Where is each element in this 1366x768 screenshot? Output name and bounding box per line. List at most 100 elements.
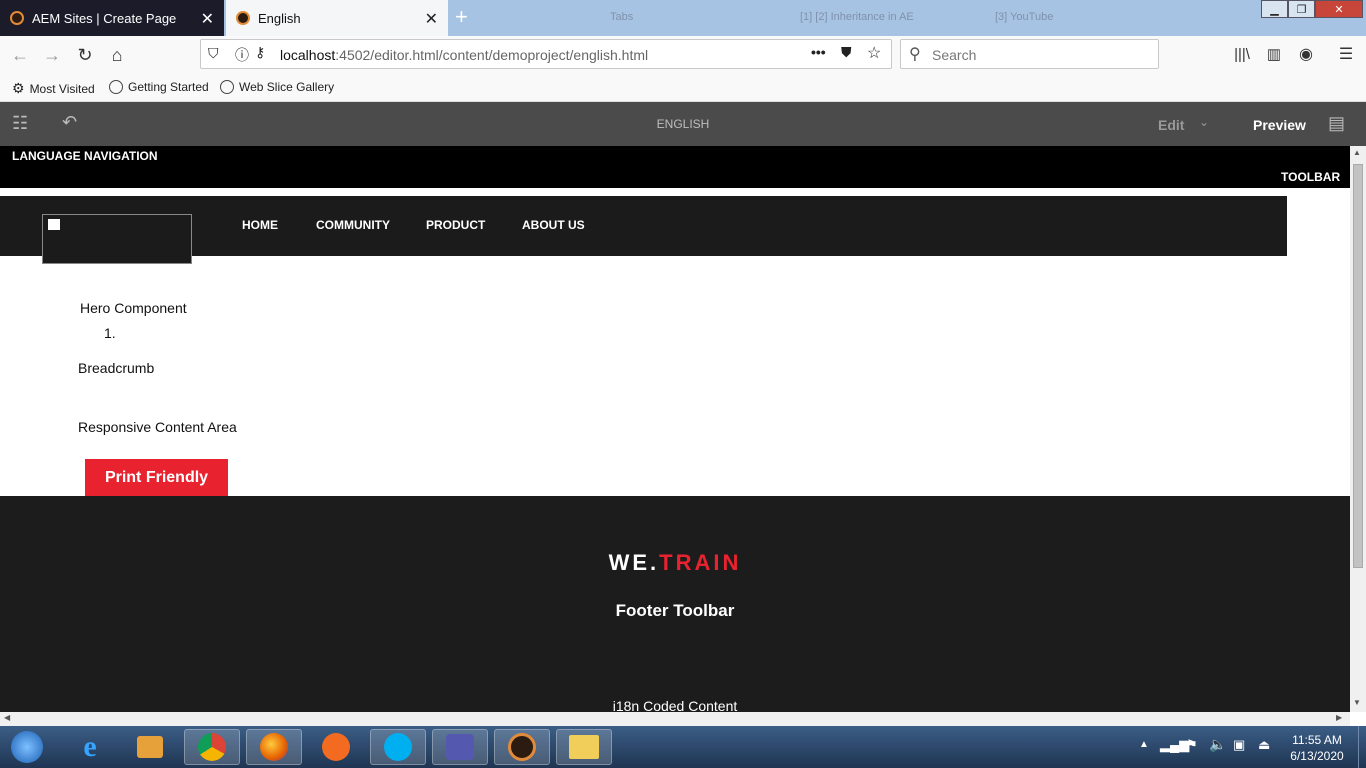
search-placeholder: Search <box>932 47 977 63</box>
scrollbar-thumb[interactable] <box>1353 164 1363 568</box>
browser-tab-strip: AEM Sites | Create Page ✕ English ✕ + Ta… <box>0 0 1366 36</box>
scroll-down-arrow-icon[interactable]: ▼ <box>1353 698 1361 707</box>
nav-link-product[interactable]: PRODUCT <box>426 218 485 232</box>
footer-toolbar[interactable]: Footer Toolbar <box>0 601 1350 621</box>
sidebar-icon[interactable]: ▥ <box>1262 43 1286 67</box>
system-clock[interactable]: 11:55 AM 6/13/2020 <box>1280 732 1354 764</box>
firefox-icon <box>260 733 288 761</box>
chevron-down-icon[interactable]: ⌄ <box>1199 115 1209 129</box>
url-bar[interactable]: ⛉ ⓘ ⚷ localhost:4502/editor.html/content… <box>200 39 892 69</box>
url-path: :4502/editor.html/content/demoproject/en… <box>335 47 649 63</box>
scroll-right-arrow-icon[interactable]: ▶ <box>1336 713 1342 722</box>
url-host: localhost <box>280 47 336 63</box>
i18n-coded-content: i18n Coded Content <box>612 698 738 712</box>
start-button[interactable] <box>2 729 52 765</box>
toolbar-label[interactable]: TOOLBAR <box>1281 170 1340 184</box>
page-actions-menu-icon[interactable]: ••• <box>811 44 826 60</box>
responsive-content-area[interactable]: Responsive Content Area <box>78 419 237 435</box>
bookmark-web-slice-gallery[interactable]: Web Slice Gallery <box>220 80 334 94</box>
pen-app-icon <box>322 733 350 761</box>
teams-icon <box>446 734 474 760</box>
print-friendly-button[interactable]: Print Friendly <box>85 459 228 496</box>
clock-date: 6/13/2020 <box>1290 749 1344 763</box>
network-signal-icon[interactable]: ▂▄▆ <box>1160 737 1189 753</box>
gear-icon: ⚙ <box>12 80 25 96</box>
nav-link-community[interactable]: COMMUNITY <box>316 218 390 232</box>
close-window-button[interactable]: ✕ <box>1315 0 1363 18</box>
show-hidden-icons-icon[interactable]: ▲ <box>1139 739 1149 750</box>
back-arrow-icon[interactable]: ← <box>8 43 32 67</box>
logo-placeholder[interactable] <box>42 214 192 264</box>
site-header: HOME COMMUNITY PRODUCT ABOUT US <box>0 196 1287 264</box>
vertical-scrollbar[interactable]: ▲ ▼ <box>1350 146 1366 712</box>
home-icon[interactable]: ⌂ <box>105 43 129 67</box>
taskbar-skype[interactable] <box>370 729 426 765</box>
taskbar-media-player[interactable] <box>122 729 178 765</box>
nav-link-about-us[interactable]: ABOUT US <box>522 218 585 232</box>
show-desktop-button[interactable] <box>1358 726 1366 768</box>
tracking-shield-icon[interactable]: ⛉ <box>208 45 219 62</box>
tab-title: English <box>258 10 301 26</box>
preview-button[interactable]: Preview <box>1253 117 1306 133</box>
search-input[interactable]: ⚲ Search <box>900 39 1159 69</box>
tab-english[interactable]: English ✕ <box>226 0 448 36</box>
scroll-up-arrow-icon[interactable]: ▲ <box>1353 148 1361 157</box>
permissions-icon[interactable]: ⚷ <box>255 44 265 61</box>
brand-we: WE. <box>608 550 660 575</box>
maximize-window-button[interactable]: ❐ <box>1288 0 1315 18</box>
library-icon[interactable]: |||\ <box>1230 43 1254 67</box>
bookmark-label: Web Slice Gallery <box>239 80 335 94</box>
tab-aem-sites-create-page[interactable]: AEM Sites | Create Page ✕ <box>0 0 224 36</box>
page-content-area: LANGUAGE NAVIGATION TOOLBAR HOME COMMUNI… <box>0 146 1350 712</box>
breadcrumb[interactable]: Breadcrumb <box>78 360 154 376</box>
browser-navigation-bar: ← → ↻ ⌂ ⛉ ⓘ ⚷ localhost:4502/editor.html… <box>0 36 1366 74</box>
account-icon[interactable]: ◉ <box>1294 43 1318 67</box>
bookmark-star-icon[interactable]: ☆ <box>867 43 881 63</box>
list-marker: 1. <box>104 325 116 341</box>
horizontal-scrollbar[interactable]: ◀ ▶ <box>0 712 1350 726</box>
language-navigation-label[interactable]: LANGUAGE NAVIGATION <box>12 149 158 163</box>
annotate-icon[interactable]: ▤ <box>1328 113 1345 134</box>
taskbar-aem[interactable] <box>494 729 550 765</box>
background-tab[interactable]: Tabs <box>610 8 633 26</box>
reload-icon[interactable]: ↻ <box>73 43 97 67</box>
globe-icon <box>109 80 123 94</box>
pocket-icon[interactable]: ⛊ <box>841 44 852 61</box>
forward-arrow-icon[interactable]: → <box>40 43 64 67</box>
site-info-icon[interactable]: ⓘ <box>235 45 249 65</box>
nav-link-home[interactable]: HOME <box>242 218 278 232</box>
url-text: localhost:4502/editor.html/content/demop… <box>280 47 648 63</box>
bookmarks-toolbar: ⚙ Most Visited Getting Started Web Slice… <box>0 74 1366 102</box>
aem-app-icon <box>508 733 536 761</box>
taskbar-file-explorer[interactable] <box>556 729 612 765</box>
hero-component[interactable]: Hero Component <box>80 300 187 316</box>
bookmark-most-visited[interactable]: ⚙ Most Visited <box>12 80 95 97</box>
aem-favicon-icon <box>236 11 250 25</box>
print-friendly-label: Print Friendly <box>104 468 209 486</box>
taskbar-firefox[interactable] <box>246 729 302 765</box>
media-player-icon <box>137 736 163 758</box>
new-tab-plus-icon[interactable]: + <box>455 4 468 30</box>
taskbar-internet-explorer[interactable]: e <box>62 729 118 765</box>
windows-taskbar: e ▲ ▂▄▆ ⚑ 🔈 ▣ ⏏ 11:55 AM 6/13/2020 <box>0 726 1366 768</box>
site-footer: WE.TRAIN Footer Toolbar i18n Coded Conte… <box>0 496 1350 712</box>
background-tab[interactable]: [1] [2] Inheritance in AE <box>800 8 914 26</box>
taskbar-teams[interactable] <box>432 729 488 765</box>
close-tab-icon[interactable]: ✕ <box>201 9 214 29</box>
action-center-flag-icon[interactable]: ⚑ <box>1186 737 1198 753</box>
bookmark-getting-started[interactable]: Getting Started <box>109 80 209 94</box>
background-tab[interactable]: [3] YouTube <box>995 8 1053 26</box>
volume-icon[interactable]: 🔈 <box>1209 736 1226 753</box>
taskbar-editor[interactable] <box>308 729 364 765</box>
minimize-window-button[interactable]: ▁ <box>1261 0 1288 18</box>
close-tab-icon[interactable]: ✕ <box>425 9 438 29</box>
search-icon: ⚲ <box>909 46 921 63</box>
display-icon[interactable]: ▣ <box>1233 737 1245 753</box>
broken-image-icon <box>48 219 60 230</box>
safely-remove-icon[interactable]: ⏏ <box>1258 737 1270 753</box>
taskbar-chrome[interactable] <box>184 729 240 765</box>
language-navigation-bar: LANGUAGE NAVIGATION TOOLBAR <box>0 146 1350 188</box>
scroll-left-arrow-icon[interactable]: ◀ <box>4 713 10 722</box>
hamburger-menu-icon[interactable]: ☰ <box>1334 43 1358 67</box>
mode-selector-button[interactable]: Edit <box>1158 117 1184 133</box>
